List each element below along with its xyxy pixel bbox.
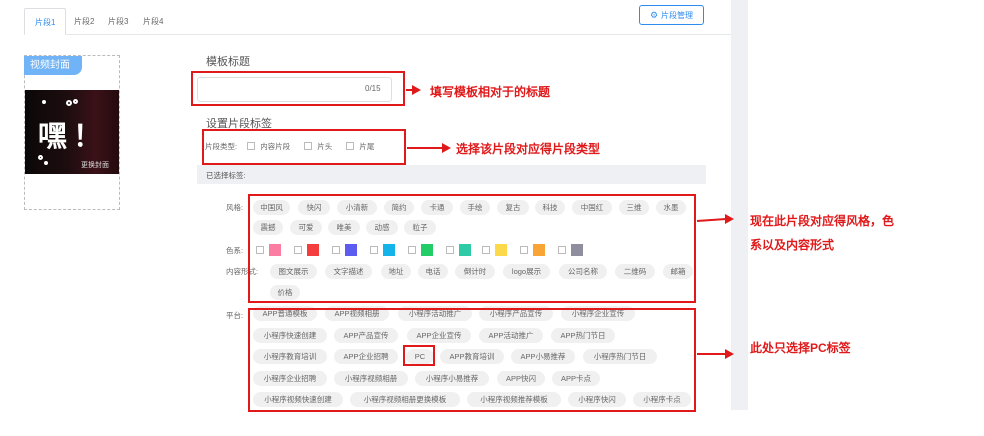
annotation-text-title: 填写模板相对于的标题: [430, 85, 551, 99]
style-label: 风格:: [226, 203, 244, 212]
annotation-arrow-line: [697, 353, 726, 355]
annotation-arrow-head: [412, 85, 421, 95]
segment-manage-button[interactable]: ⚙ 片段管理: [639, 5, 704, 25]
tab-segment-1[interactable]: 片段1: [24, 8, 67, 35]
annotation-text-style-line2: 系以及内容形式: [750, 238, 835, 252]
annotation-text-segment-type: 选择该片段对应得片段类型: [456, 142, 601, 156]
cover-decor-dot: [73, 99, 78, 104]
annotation-box-segment-type: [202, 129, 406, 165]
cover-decor-dot: [44, 161, 48, 165]
annotation-box-platform: [248, 308, 696, 412]
annotation-box-style-color-content: [248, 194, 696, 303]
segment-manage-label: 片段管理: [661, 11, 694, 20]
selected-tags-label: 已选择标签:: [206, 171, 246, 180]
annotation-box-pc-tag: [403, 345, 435, 366]
color-label: 色系:: [226, 246, 244, 255]
annotation-arrow-head: [725, 214, 734, 224]
tab-segment-4[interactable]: 片段4: [143, 8, 163, 35]
cover-badge: 视频封面: [24, 56, 82, 75]
annotation-arrow-line: [407, 147, 443, 149]
platform-label: 平台:: [226, 311, 244, 320]
annotation-text-style-line1: 现在此片段对应得风格，色: [750, 214, 895, 228]
cover-big-text: 嘿！: [38, 119, 109, 153]
annotation-arrow-line: [696, 217, 726, 222]
cover-decor-dot: [38, 155, 43, 160]
annotation-text-pc: 此处只选择PC标签: [750, 341, 851, 355]
annotation-arrow-head: [725, 349, 734, 359]
change-cover-link[interactable]: 更换封面: [81, 160, 109, 170]
tab-segment-3[interactable]: 片段3: [108, 8, 128, 35]
template-title-label: 模板标题: [206, 56, 250, 68]
selected-tags-bar: 已选择标签:: [197, 165, 706, 184]
annotation-box-title: [191, 71, 405, 106]
annotation-arrow-head: [442, 143, 451, 153]
tab-divider: [24, 34, 731, 35]
tab-segment-2[interactable]: 片段2: [74, 8, 94, 35]
gear-icon: ⚙: [649, 10, 659, 20]
cover-decor-dot: [42, 100, 46, 104]
cover-decor-dot: [66, 100, 72, 106]
